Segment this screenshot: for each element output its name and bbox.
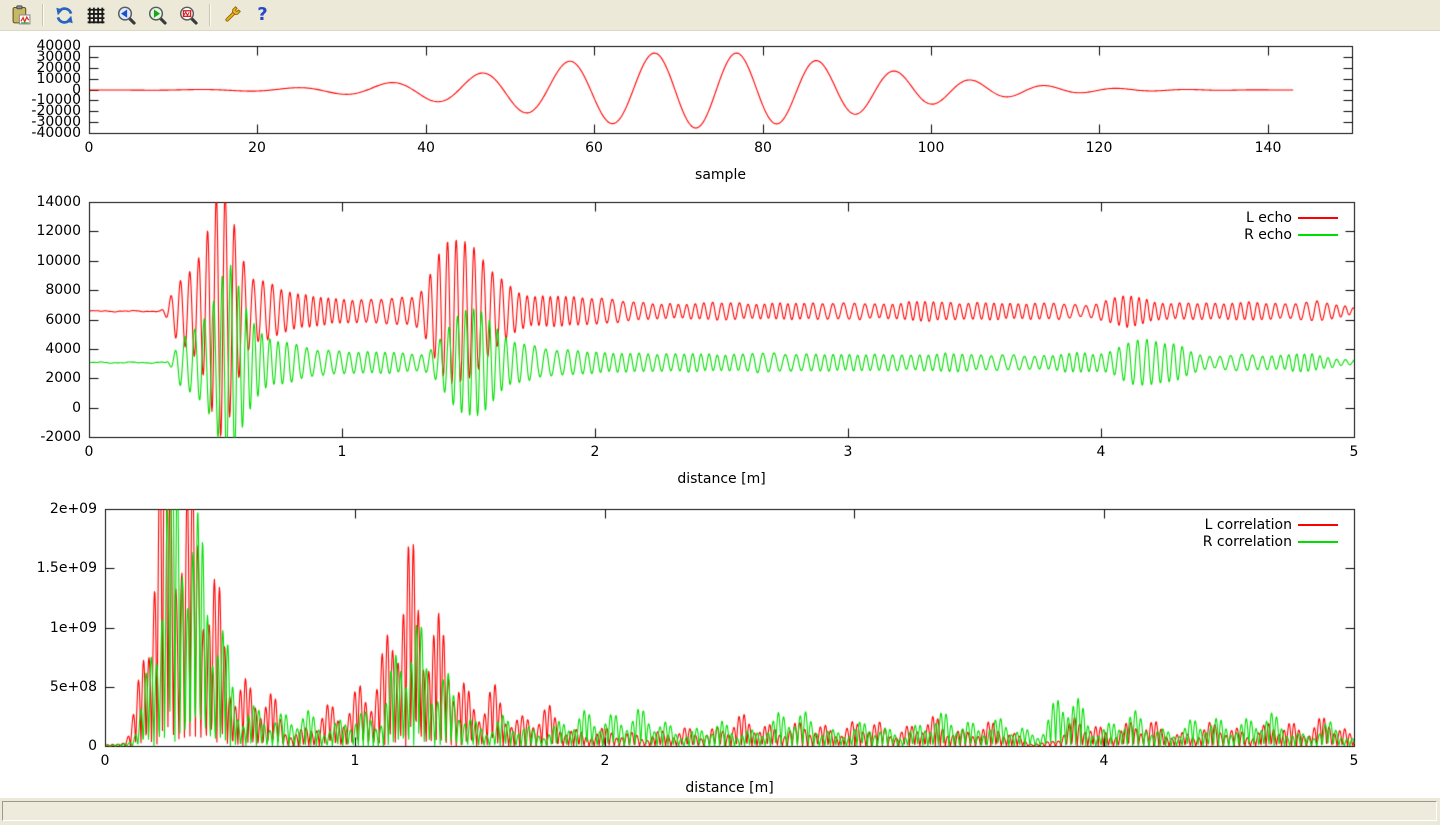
toolbar-separator bbox=[42, 4, 44, 26]
gnuplot-window: ? 020406080100120140-40000-30000-20000-1… bbox=[0, 0, 1440, 825]
grid-button[interactable] bbox=[82, 2, 109, 28]
config-icon bbox=[221, 5, 242, 26]
help-icon: ? bbox=[257, 6, 267, 24]
autoscale-button[interactable] bbox=[175, 2, 202, 28]
plot-canvas[interactable] bbox=[0, 31, 1440, 798]
copy-to-clipboard-icon bbox=[11, 5, 32, 26]
zoom-previous-button[interactable] bbox=[113, 2, 140, 28]
zoom-next-button[interactable] bbox=[144, 2, 171, 28]
copy-to-clipboard-button[interactable] bbox=[8, 2, 35, 28]
status-bar bbox=[0, 798, 1440, 825]
toolbar-separator bbox=[209, 4, 211, 26]
plot-canvas-area[interactable]: 020406080100120140-40000-30000-20000-100… bbox=[0, 31, 1440, 798]
grid-icon bbox=[85, 5, 106, 26]
replot-button[interactable] bbox=[51, 2, 78, 28]
status-message-field bbox=[2, 801, 1437, 821]
autoscale-icon bbox=[178, 5, 199, 26]
zoom-previous-icon bbox=[116, 5, 137, 26]
config-button[interactable] bbox=[218, 2, 245, 28]
help-button[interactable]: ? bbox=[249, 2, 276, 28]
zoom-next-icon bbox=[147, 5, 168, 26]
replot-icon bbox=[54, 5, 75, 26]
toolbar: ? bbox=[0, 0, 1440, 31]
